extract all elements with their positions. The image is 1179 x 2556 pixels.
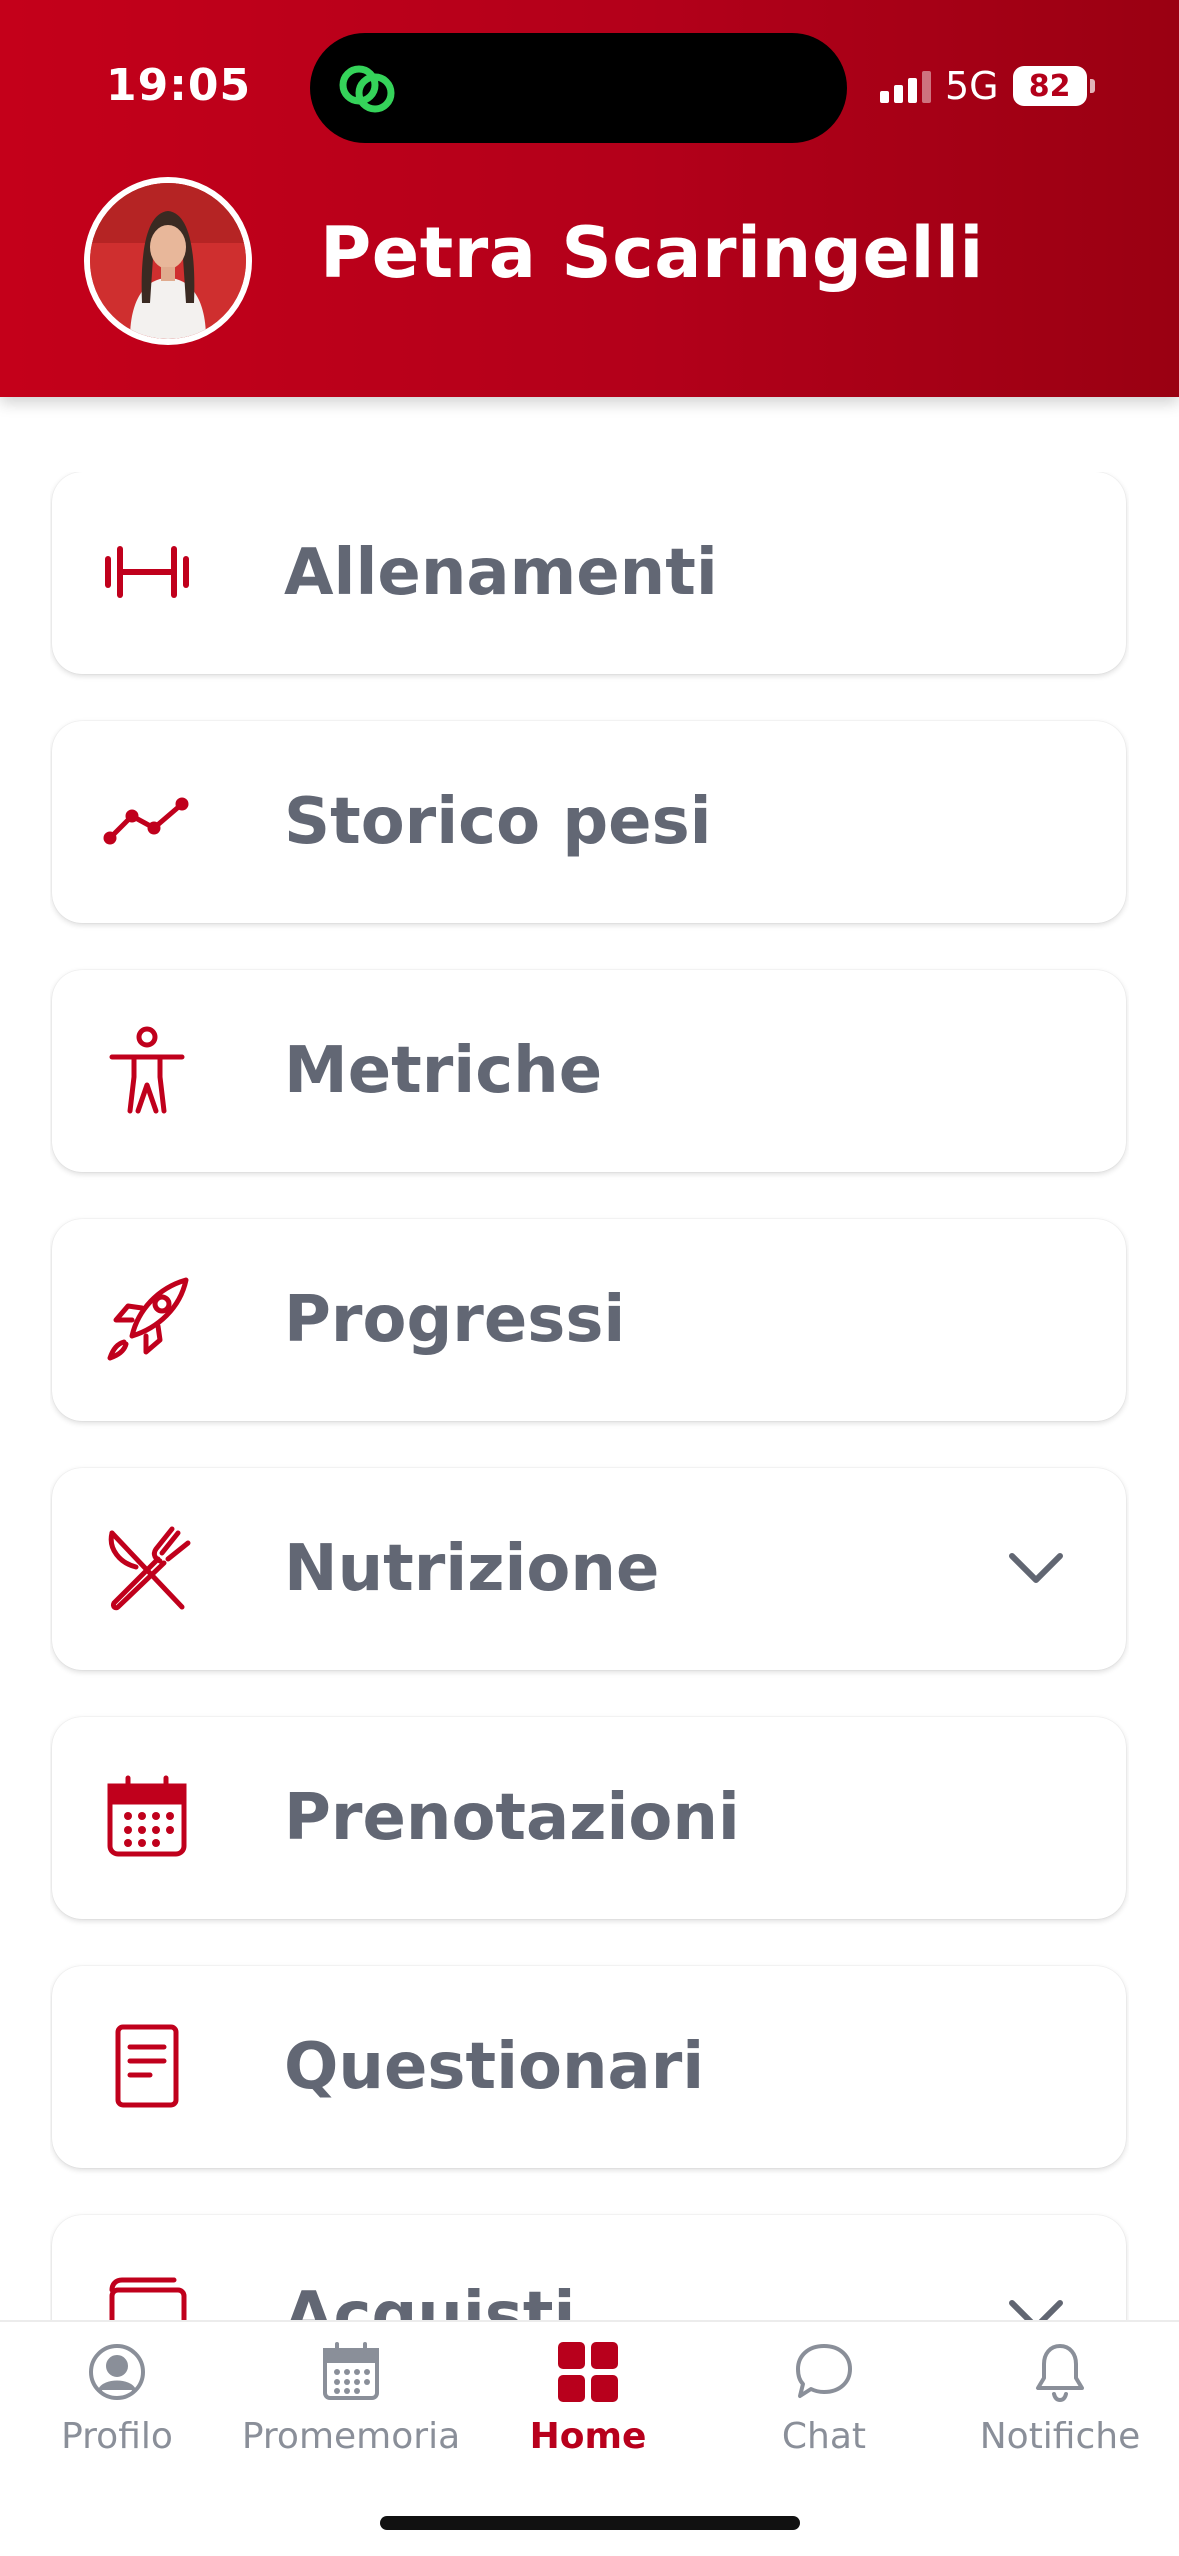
menu-item-prenotazioni[interactable]: Prenotazioni — [52, 1717, 1126, 1919]
calendar-icon — [107, 1775, 187, 1857]
home-menu: Allenamenti Storico pesi Metriche Progre… — [50, 472, 1129, 2320]
user-name: Petra Scaringelli — [320, 212, 984, 294]
rocket-icon — [107, 1277, 189, 1361]
signal-icon — [880, 69, 931, 103]
chevron-down-icon[interactable] — [1006, 2293, 1066, 2320]
utensils-icon — [108, 1526, 191, 1611]
nav-label: Promemoria — [241, 2416, 461, 2457]
menu-item-nutrizione[interactable]: Nutrizione — [52, 1468, 1126, 1670]
line-chart-icon — [103, 797, 189, 845]
menu-item-progressi[interactable]: Progressi — [52, 1219, 1126, 1421]
nav-label: Home — [529, 2416, 647, 2457]
dumbbell-icon — [105, 546, 189, 598]
menu-item-label: Progressi — [284, 1283, 626, 1357]
menu-item-questionari[interactable]: Questionari — [52, 1966, 1126, 2168]
menu-item-label: Allenamenti — [284, 536, 718, 610]
battery-level: 82 — [1028, 68, 1071, 104]
network-label: 5G — [945, 64, 999, 108]
nav-item-chat[interactable]: Chat — [709, 2340, 939, 2480]
nav-label: Profilo — [61, 2416, 173, 2457]
home-indicator[interactable] — [380, 2516, 800, 2530]
document-icon — [115, 2024, 179, 2108]
nav-item-profilo[interactable]: Profilo — [2, 2340, 232, 2480]
avatar[interactable] — [84, 177, 252, 345]
wallet-icon — [109, 2277, 187, 2320]
menu-item-label: Nutrizione — [284, 1532, 660, 1606]
calendar-icon — [323, 2342, 379, 2400]
user-circle-icon — [89, 2344, 145, 2400]
grid-icon — [558, 2342, 618, 2402]
avatar-photo — [90, 183, 246, 339]
link-rings-icon — [339, 65, 395, 113]
chevron-down-icon[interactable] — [1006, 1546, 1066, 1590]
nav-item-home[interactable]: Home — [473, 2340, 703, 2480]
status-indicators: 5G 82 — [880, 64, 1095, 108]
dynamic-island — [310, 33, 847, 143]
menu-item-label: Acquisti — [284, 2279, 576, 2320]
nav-label: Chat — [781, 2416, 867, 2457]
status-time: 19:05 — [106, 60, 252, 111]
menu-item-storico-pesi[interactable]: Storico pesi — [52, 721, 1126, 923]
battery-icon: 82 — [1012, 66, 1095, 106]
nav-label: Notifiche — [979, 2416, 1141, 2457]
menu-item-label: Prenotazioni — [284, 1781, 740, 1855]
menu-item-allenamenti[interactable]: Allenamenti — [52, 472, 1126, 674]
nav-item-promemoria[interactable]: Promemoria — [236, 2340, 466, 2480]
menu-item-label: Metriche — [284, 1034, 603, 1108]
menu-item-metriche[interactable]: Metriche — [52, 970, 1126, 1172]
menu-item-label: Questionari — [284, 2030, 705, 2104]
bell-icon — [1036, 2344, 1084, 2402]
chat-bubble-icon — [796, 2344, 852, 2398]
body-icon — [109, 1026, 185, 1114]
app-header: 19:05 5G 82 Petra Scaringelli — [0, 0, 1179, 397]
menu-item-label: Storico pesi — [284, 785, 712, 859]
menu-item-acquisti[interactable]: Acquisti — [52, 2215, 1126, 2320]
nav-item-notifiche[interactable]: Notifiche — [945, 2340, 1175, 2480]
